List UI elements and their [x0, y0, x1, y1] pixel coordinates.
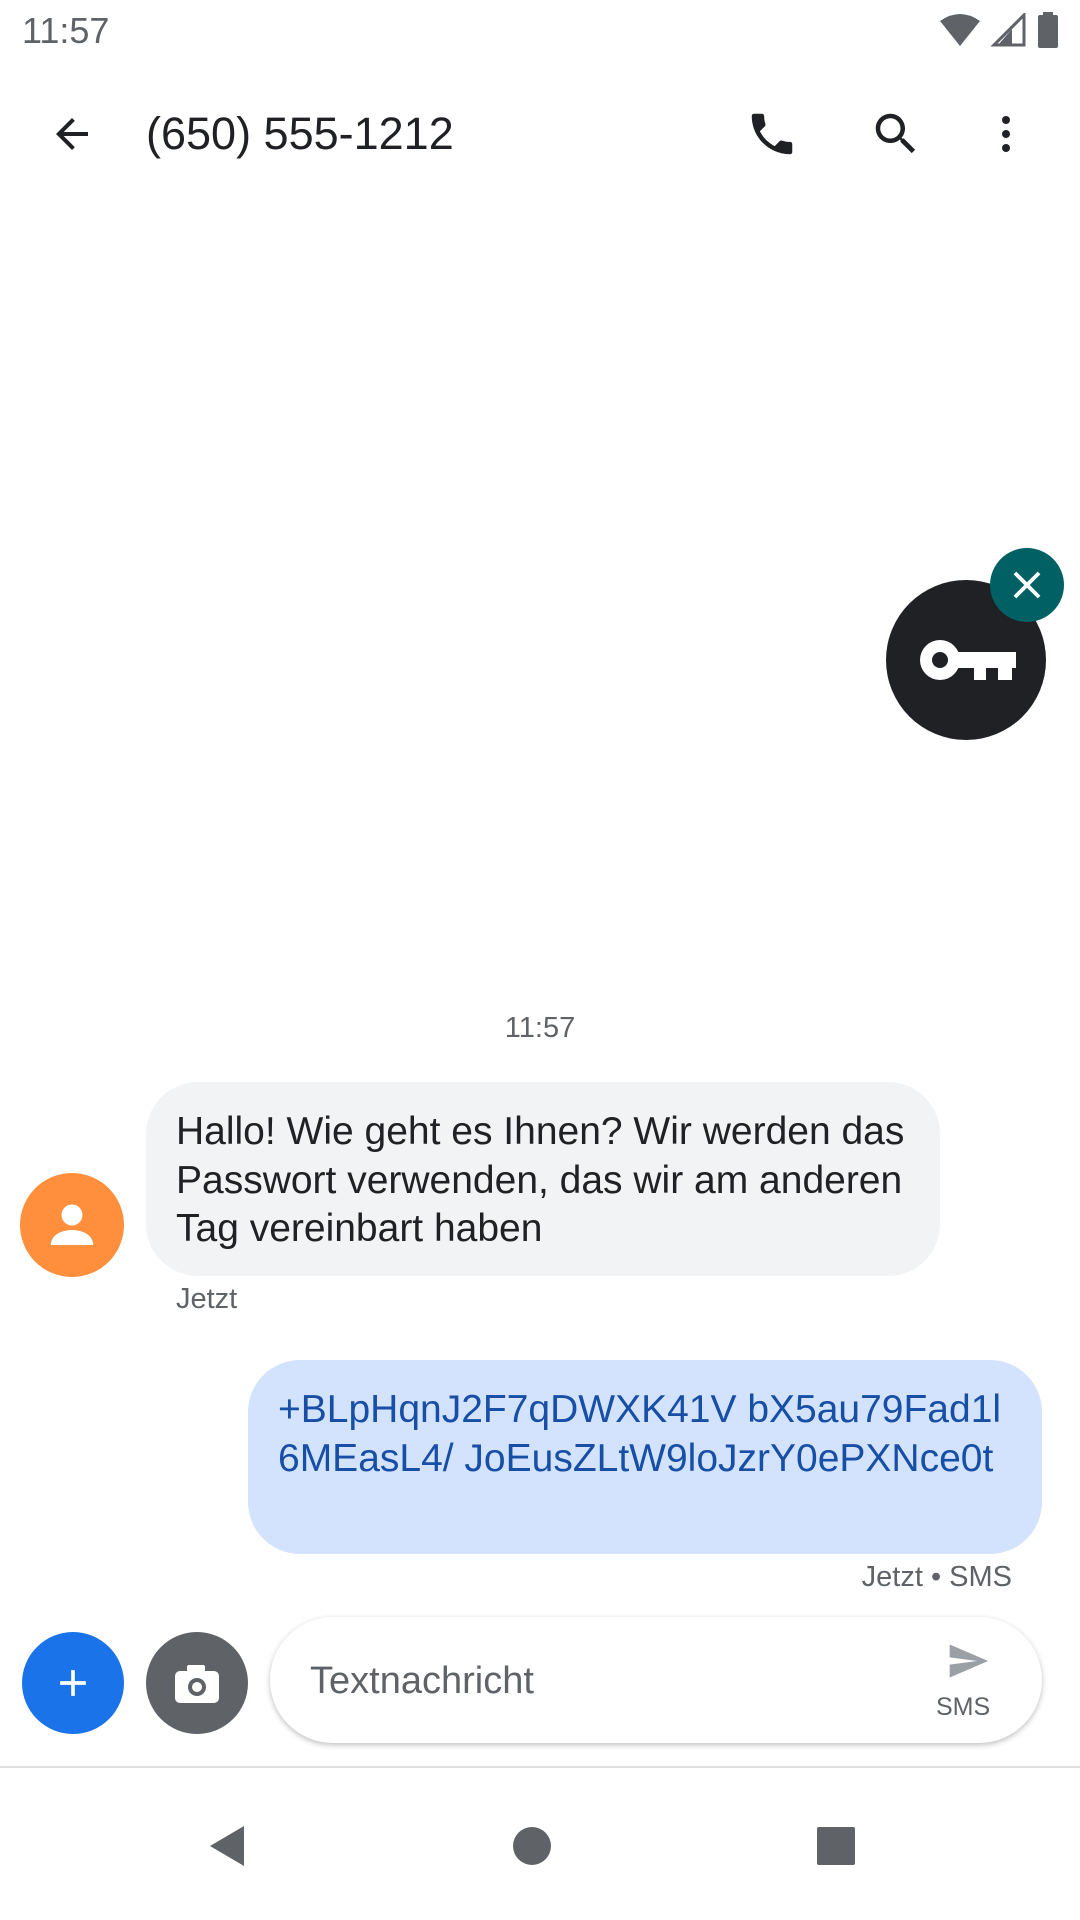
key-icon	[920, 640, 1016, 680]
contact-avatar[interactable]	[20, 1173, 124, 1277]
incoming-message-bubble[interactable]: Hallo! Wie geht es Ihnen? Wir werden das…	[146, 1082, 940, 1276]
send-button[interactable]: SMS	[928, 1639, 1008, 1723]
compose-field: SMS	[270, 1617, 1042, 1743]
phone-icon	[751, 113, 793, 155]
nav-recents-icon	[817, 1827, 855, 1865]
close-icon	[1013, 571, 1041, 599]
conversation-timestamp: 11:57	[504, 1012, 576, 1044]
nav-back-icon	[210, 1826, 244, 1866]
search-icon	[875, 113, 916, 154]
status-icons	[940, 12, 1060, 48]
search-button[interactable]	[854, 92, 938, 176]
signal-icon	[990, 13, 1026, 47]
more-options-button[interactable]	[964, 92, 1048, 176]
camera-button[interactable]	[146, 1632, 248, 1734]
call-button[interactable]	[730, 92, 814, 176]
wifi-icon	[940, 14, 980, 46]
more-vert-icon	[1002, 116, 1010, 152]
nav-back-button[interactable]	[188, 1806, 268, 1886]
add-icon	[60, 1670, 86, 1696]
back-arrow-icon	[56, 118, 88, 150]
outgoing-message-bubble[interactable]: +BLpHqnJ2F7qDWXK41V bX5au79Fad1l6MEasL4/…	[248, 1360, 1042, 1554]
send-type-label: SMS	[936, 1693, 991, 1721]
nav-home-button[interactable]	[492, 1806, 572, 1886]
back-button[interactable]	[30, 92, 114, 176]
incoming-message-meta: Jetzt	[176, 1283, 238, 1315]
app-bar: (650) 555-1212	[0, 64, 1080, 204]
add-attachment-button[interactable]	[22, 1632, 124, 1734]
conversation-title: (650) 555-1212	[146, 108, 454, 159]
close-bubble-button[interactable]	[990, 548, 1064, 622]
nav-home-icon	[513, 1827, 551, 1865]
camera-icon	[175, 1665, 219, 1703]
outgoing-message-meta: Jetzt • SMS	[861, 1561, 1012, 1593]
status-time: 11:57	[22, 10, 110, 51]
person-icon	[50, 1204, 94, 1245]
message-input[interactable]	[308, 1647, 872, 1715]
nav-recents-button[interactable]	[796, 1806, 876, 1886]
battery-icon	[1038, 12, 1058, 48]
send-icon	[949, 1644, 989, 1678]
navigation-bar	[0, 1768, 1080, 1920]
status-bar: 11:57	[0, 0, 1080, 64]
